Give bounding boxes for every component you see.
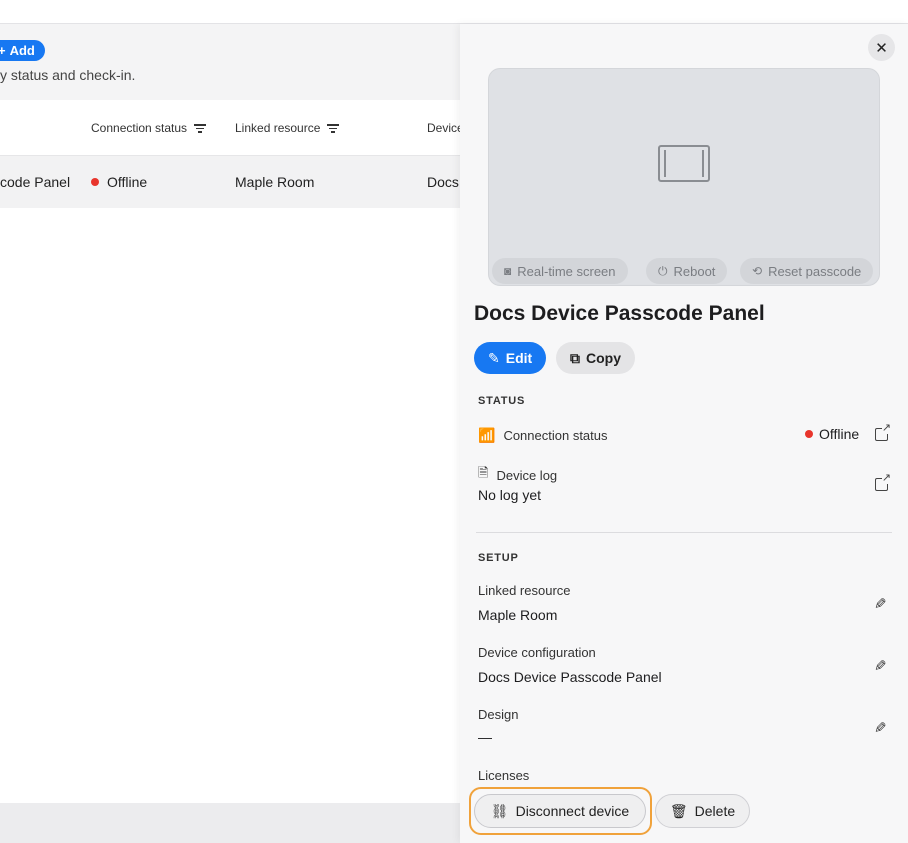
close-icon[interactable]: ✕ [868, 34, 895, 61]
status-section-title: STATUS [478, 395, 526, 407]
delete-button[interactable]: 🗑 Delete [655, 794, 750, 828]
device-title: Docs Device Passcode Panel [474, 302, 765, 325]
add-button-label: Add [9, 43, 35, 58]
copy-icon: ⧉ [570, 349, 580, 366]
edit-linked-resource-pencil-icon[interactable]: ✎ [874, 595, 887, 613]
design-value: — [478, 729, 492, 745]
filter-icon[interactable] [327, 123, 340, 133]
offline-dot-icon [805, 430, 813, 438]
disconnect-device-button[interactable]: ⛓ Disconnect device [474, 794, 646, 828]
row-device: Docs [427, 174, 459, 190]
page-footer [0, 803, 460, 843]
column-header-linked-resource[interactable]: Linked resource [235, 121, 340, 135]
connection-status-value: Offline [805, 426, 859, 442]
setup-section-title: SETUP [478, 552, 519, 564]
unlink-icon: ⛓ [490, 802, 509, 819]
design-label: Design [478, 707, 519, 722]
device-log-value: No log yet [478, 487, 542, 503]
divider [476, 532, 892, 533]
power-icon: ⏻ [658, 263, 668, 278]
column-header-connection-status[interactable]: Connection status [91, 121, 207, 135]
trash-icon: 🗑 [669, 802, 688, 819]
page-subtitle: y status and check-in. [0, 67, 136, 83]
copy-button[interactable]: ⧉ Copy [556, 342, 635, 374]
edit-device-configuration-pencil-icon[interactable]: ✎ [874, 657, 887, 675]
offline-dot-icon [91, 178, 99, 186]
filter-icon[interactable] [194, 123, 207, 133]
connection-status-label: 📶 Connection status [478, 427, 608, 443]
plus-icon: + [0, 43, 6, 58]
row-linked-resource: Maple Room [235, 174, 315, 190]
pencil-icon: ✎ [488, 349, 500, 366]
row-status: Offline [91, 174, 147, 190]
external-link-icon[interactable] [875, 423, 891, 441]
edit-button[interactable]: ✎ Edit [474, 342, 547, 374]
device-configuration-value: Docs Device Passcode Panel [478, 669, 662, 685]
page-header [0, 24, 460, 100]
realtime-screen-button[interactable]: ◙ Real-time screen [492, 258, 628, 284]
reboot-button[interactable]: ⏻ Reboot [646, 258, 728, 284]
camera-icon: ◙ [504, 264, 512, 278]
tablet-screen-icon [658, 145, 710, 182]
linked-resource-value: Maple Room [478, 607, 558, 623]
reset-icon: ⟲ [752, 264, 763, 278]
reset-passcode-button[interactable]: ⟲ Reset passcode [740, 258, 874, 284]
edit-design-pencil-icon[interactable]: ✎ [874, 719, 887, 737]
external-link-icon[interactable] [875, 473, 891, 491]
device-configuration-label: Device configuration [478, 645, 596, 660]
add-device-button[interactable]: + Add [0, 40, 45, 61]
column-header-device[interactable]: Device [427, 121, 464, 135]
document-icon: 🗎 [478, 465, 489, 480]
wifi-icon: 📶 [478, 427, 496, 443]
top-bar [0, 0, 908, 24]
licenses-label: Licenses [478, 768, 530, 783]
row-device-name: code Panel [0, 174, 71, 190]
device-log-label: 🗎 Device log [478, 464, 557, 486]
linked-resource-label: Linked resource [478, 583, 571, 598]
table-header [0, 100, 460, 156]
